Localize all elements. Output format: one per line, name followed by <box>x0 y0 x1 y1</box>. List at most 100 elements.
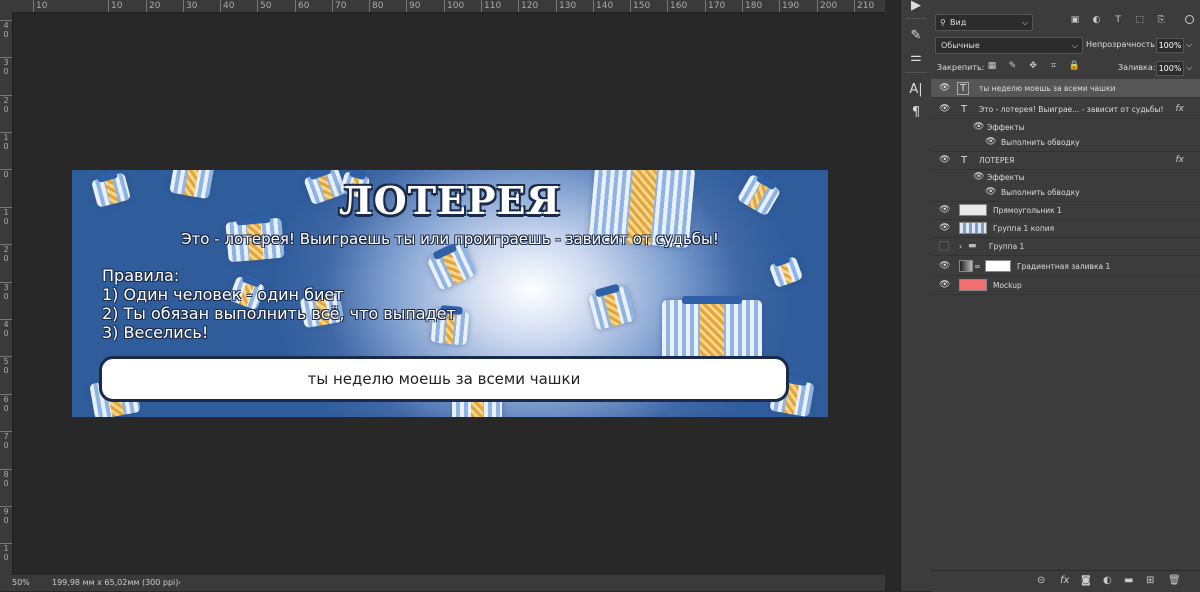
layers-panel: ⚲ Вид ⌵ ▣ ◐ T ⬚ ⎘ Обычные ⌵ Непрозрачнос… <box>931 0 1200 592</box>
visibility-off-icon[interactable] <box>939 241 949 251</box>
ruler-tick: 100 <box>444 0 464 12</box>
visibility-eye-icon[interactable]: 👁 <box>985 137 996 147</box>
ruler-tick: 5 0 <box>0 356 12 375</box>
task-text: ты неделю моешь за всеми чашки <box>307 370 581 388</box>
chevron-down-icon[interactable]: ⌵ <box>1186 40 1192 50</box>
layer-name[interactable]: Группа 1 <box>989 242 1024 251</box>
visibility-eye-icon[interactable]: 👁 <box>973 172 984 182</box>
ruler-tick: 8 0 <box>0 469 12 488</box>
text-filter-icon[interactable]: T <box>1112 15 1124 25</box>
image-filter-icon[interactable]: ▣ <box>1069 15 1081 25</box>
fx-icon[interactable]: fx <box>1176 104 1185 114</box>
layer-effect-item-row[interactable]: 👁 Выполнить обводку <box>931 133 1200 152</box>
visibility-eye-icon[interactable]: 👁 <box>973 122 984 132</box>
ruler-tick: 3 0 <box>0 57 12 76</box>
ruler-tick: 1 0 <box>0 132 12 151</box>
ruler-tick: 210 <box>854 0 874 12</box>
lock-paint-icon[interactable]: ✎ <box>1007 61 1019 71</box>
ruler-tick: 80 <box>369 0 383 12</box>
lock-artboard-icon[interactable]: ⌗ <box>1048 61 1060 71</box>
ruler-tick: 4 0 <box>0 20 12 39</box>
effects-label[interactable]: Эффекты <box>987 173 1025 182</box>
ruler-tick: 190 <box>779 0 799 12</box>
add-mask-icon[interactable]: ◙ <box>1081 575 1091 586</box>
layer-row[interactable]: 👁 Группа 1 копия <box>931 219 1200 238</box>
delete-layer-icon[interactable]: 🗑 <box>1168 575 1181 586</box>
smart-object-filter-icon[interactable]: ⎘ <box>1155 15 1167 25</box>
visibility-eye-icon[interactable]: 👁 <box>939 155 950 165</box>
ruler-tick: 0 <box>0 169 12 179</box>
layer-row[interactable]: 👁 T Это - лотерея! Выиграе... - зависит … <box>931 100 1200 119</box>
adjustments-icon[interactable]: ⚌ <box>901 50 931 65</box>
adjustment-filter-icon[interactable]: ◐ <box>1091 15 1103 25</box>
layer-name[interactable]: Группа 1 копия <box>993 224 1054 233</box>
layer-row[interactable]: 👁 Прямоугольник 1 <box>931 201 1200 220</box>
panel-toolstrip: ▶ ✎ ⚌ A| ¶ <box>900 0 932 591</box>
effects-label[interactable]: Эффекты <box>987 123 1025 132</box>
adjustment-layer-icon[interactable]: ◐ <box>1103 575 1112 586</box>
new-group-icon[interactable]: ▬ <box>1124 575 1133 586</box>
layer-thumbnail <box>959 222 987 234</box>
separator <box>905 72 927 73</box>
zoom-level[interactable]: 50% <box>12 575 30 591</box>
lottery-banner[interactable]: ЛОТЕРЕЯ Это - лотерея! Выиграешь ты или … <box>72 170 828 417</box>
lock-all-icon[interactable]: 🔒 <box>1068 61 1080 71</box>
ruler-tick: 90 <box>406 0 420 12</box>
text-layer-icon: T <box>957 81 970 95</box>
layer-effect-item-row[interactable]: 👁 Выполнить обводку <box>931 183 1200 202</box>
opacity-label: Непрозрачность: <box>1086 40 1158 49</box>
layer-name[interactable]: ты неделю моешь за всеми чашки <box>979 84 1115 93</box>
visibility-eye-icon[interactable]: 👁 <box>939 205 950 215</box>
layer-filter-select[interactable]: ⚲ Вид ⌵ <box>935 14 1033 31</box>
filter-toggle-icon[interactable] <box>1185 15 1194 24</box>
ruler-tick: 180 <box>742 0 762 12</box>
layer-name[interactable]: Это - лотерея! Выиграе... - зависит от с… <box>979 105 1163 114</box>
layer-name[interactable]: Mockup <box>993 281 1022 290</box>
chevron-down-icon: ⌵ <box>1021 18 1028 27</box>
visibility-eye-icon[interactable]: 👁 <box>939 104 950 114</box>
chevron-right-icon[interactable]: › <box>959 242 962 251</box>
chevron-down-icon[interactable]: ⌵ <box>1186 63 1192 73</box>
layer-name[interactable]: Прямоугольник 1 <box>993 206 1062 215</box>
visibility-eye-icon[interactable]: 👁 <box>985 187 996 197</box>
lock-position-icon[interactable]: ✥ <box>1027 61 1039 71</box>
effect-name[interactable]: Выполнить обводку <box>1001 138 1080 147</box>
visibility-eye-icon[interactable]: 👁 <box>939 83 950 93</box>
ruler-tick: 6 0 <box>0 394 12 413</box>
blend-mode-select[interactable]: Обычные ⌵ <box>935 37 1083 54</box>
fx-icon[interactable]: fx <box>1060 575 1069 586</box>
new-layer-icon[interactable]: ⊞ <box>1146 575 1154 586</box>
brush-icon[interactable]: ✎ <box>901 28 931 43</box>
visibility-eye-icon[interactable]: 👁 <box>939 261 950 271</box>
fx-icon[interactable]: fx <box>1176 155 1185 165</box>
effect-name[interactable]: Выполнить обводку <box>1001 188 1080 197</box>
layer-name[interactable]: ЛОТЕРЕЯ <box>979 156 1014 165</box>
layer-row[interactable]: 👁 ∞ Градиентная заливка 1 <box>931 257 1200 276</box>
play-icon[interactable]: ▶ <box>901 0 931 13</box>
banner-subtitle: Это - лотерея! Выиграешь ты или проиграе… <box>181 230 719 248</box>
layer-mask-thumbnail <box>985 260 1011 272</box>
visibility-eye-icon[interactable]: 👁 <box>939 280 950 290</box>
layer-row[interactable]: 👁 T ты неделю моешь за всеми чашки <box>931 79 1200 98</box>
visibility-eye-icon[interactable]: 👁 <box>939 223 950 233</box>
document-info: 199,98 мм x 65,02мм (300 ppi) <box>52 578 179 587</box>
ruler-top: 10 10 20 30 40 50 60 70 80 90 100 110 12… <box>16 0 885 13</box>
ruler-tick: 2 0 <box>0 95 12 114</box>
lock-pixels-icon[interactable]: ▦ <box>986 61 998 71</box>
rules-heading: Правила: <box>102 266 180 285</box>
link-layers-icon[interactable]: ⊝ <box>1037 575 1045 586</box>
shape-filter-icon[interactable]: ⬚ <box>1134 15 1146 25</box>
ruler-tick: 1 0 <box>0 543 12 562</box>
status-menu-arrow-icon[interactable]: › <box>178 575 181 591</box>
paragraph-icon[interactable]: ¶ <box>901 105 931 120</box>
layer-row[interactable]: › ▬ Группа 1 <box>931 237 1200 256</box>
fill-label: Заливка: <box>1118 63 1156 72</box>
ruler-left: 4 0 3 0 2 0 1 0 0 1 0 2 0 3 0 4 0 5 0 6 … <box>0 12 13 575</box>
fill-input[interactable]: 100% <box>1156 61 1184 76</box>
opacity-input[interactable]: 100% <box>1156 38 1184 53</box>
layer-name[interactable]: Градиентная заливка 1 <box>1017 262 1110 271</box>
layer-row[interactable]: 👁 Mockup <box>931 276 1200 295</box>
ruler-corner <box>0 0 16 12</box>
character-icon[interactable]: A| <box>901 82 931 97</box>
rule-item: 3) Веселись! <box>102 323 209 342</box>
